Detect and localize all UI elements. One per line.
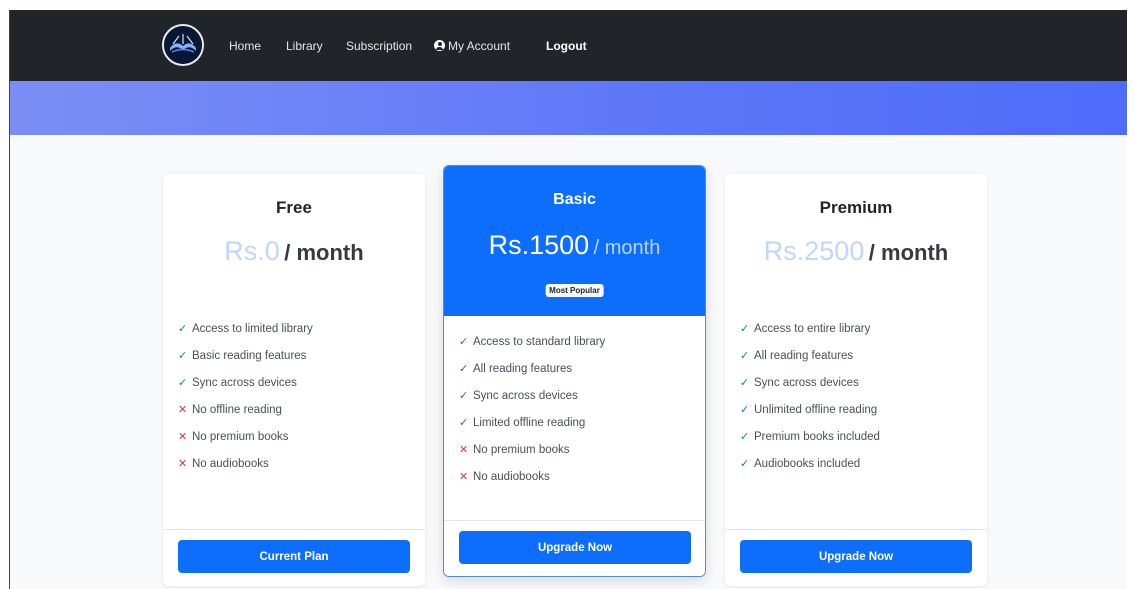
user-circle-icon bbox=[434, 40, 445, 51]
check-icon: ✓ bbox=[459, 363, 469, 375]
cross-icon: ✕ bbox=[459, 444, 469, 456]
feature-item: ✕ No premium books bbox=[178, 430, 313, 457]
feature-text: All reading features bbox=[473, 363, 573, 375]
plan-card-free: Free Rs.0 / month ✓ Access to limited lib… bbox=[163, 174, 425, 586]
hero-banner bbox=[10, 81, 1127, 135]
feature-text: Unlimited offline reading bbox=[754, 404, 878, 416]
feature-text: No audiobooks bbox=[192, 458, 269, 470]
feature-text: No offline reading bbox=[192, 404, 282, 416]
feature-item: ✓ Unlimited offline reading bbox=[740, 403, 880, 430]
plan-name: Basic bbox=[553, 191, 596, 208]
feature-text: Premium books included bbox=[754, 431, 880, 443]
feature-text: Access to limited library bbox=[192, 323, 313, 335]
feature-list: ✓ Access to standard library ✓ All reading… bbox=[459, 335, 605, 497]
feature-text: All reading features bbox=[754, 350, 854, 362]
plan-price: Rs.2500 / month bbox=[725, 236, 987, 267]
nav-library-link[interactable]: Library bbox=[286, 39, 323, 53]
check-icon: ✓ bbox=[740, 323, 750, 335]
check-icon: ✓ bbox=[178, 323, 188, 335]
feature-item: ✓ Sync across devices bbox=[459, 389, 605, 416]
nav-logout-link[interactable]: Logout bbox=[546, 39, 587, 53]
nav-my-account-label: My Account bbox=[448, 39, 511, 53]
feature-text: Limited offline reading bbox=[473, 417, 586, 429]
cross-icon: ✕ bbox=[178, 404, 188, 416]
feature-item: ✕ No audiobooks bbox=[178, 457, 313, 484]
most-popular-badge: Most Popular bbox=[545, 284, 604, 297]
open-book-logo-icon bbox=[164, 26, 202, 64]
plan-price: Rs.1500 / month bbox=[444, 230, 705, 261]
feature-text: Access to standard library bbox=[473, 336, 606, 348]
plan-header: Basic Rs.1500 / month Most Popular bbox=[444, 166, 705, 316]
plan-name: Premium bbox=[819, 198, 893, 217]
feature-item: ✓ All reading features bbox=[740, 349, 880, 376]
feature-text: Access to entire library bbox=[754, 323, 871, 335]
check-icon: ✓ bbox=[740, 404, 750, 416]
price-amount: Rs.1500 bbox=[488, 230, 590, 260]
feature-item: ✓ All reading features bbox=[459, 362, 605, 389]
check-icon: ✓ bbox=[459, 336, 469, 348]
price-period: / month bbox=[868, 240, 949, 265]
plan-name: Free bbox=[276, 198, 312, 217]
feature-item: ✕ No offline reading bbox=[178, 403, 313, 430]
feature-list: ✓ Access to entire library ✓ All reading f… bbox=[740, 322, 880, 484]
plan-header: Free Rs.0 / month bbox=[163, 174, 425, 297]
nav-subscription-link[interactable]: Subscription bbox=[346, 39, 412, 53]
feature-text: Sync across devices bbox=[754, 377, 859, 389]
cross-icon: ✕ bbox=[459, 471, 469, 483]
feature-item: ✓ Access to entire library bbox=[740, 322, 880, 349]
check-icon: ✓ bbox=[459, 417, 469, 429]
price-amount: Rs.0 bbox=[224, 236, 280, 266]
nav-home-link[interactable]: Home bbox=[229, 39, 261, 53]
brand-logo[interactable] bbox=[162, 24, 204, 66]
check-icon: ✓ bbox=[740, 350, 750, 362]
upgrade-basic-button[interactable]: Upgrade Now bbox=[459, 531, 691, 564]
app-frame: Home Library Subscription My Account Log… bbox=[9, 10, 1127, 589]
feature-text: Sync across devices bbox=[473, 390, 578, 402]
plan-footer: Current Plan bbox=[163, 529, 425, 586]
check-icon: ✓ bbox=[459, 390, 469, 402]
price-period: / month bbox=[284, 240, 364, 265]
feature-text: No premium books bbox=[473, 444, 570, 456]
feature-item: ✓ Sync across devices bbox=[178, 376, 313, 403]
check-icon: ✓ bbox=[178, 350, 188, 362]
upgrade-premium-button[interactable]: Upgrade Now bbox=[740, 540, 972, 573]
check-icon: ✓ bbox=[740, 431, 750, 443]
feature-item: ✓ Access to standard library bbox=[459, 335, 605, 362]
feature-item: ✓ Premium books included bbox=[740, 430, 880, 457]
check-icon: ✓ bbox=[740, 377, 750, 389]
cross-icon: ✕ bbox=[178, 458, 188, 470]
feature-text: Audiobooks included bbox=[754, 458, 861, 470]
check-icon: ✓ bbox=[178, 377, 188, 389]
nav-my-account-link[interactable]: My Account bbox=[434, 39, 510, 53]
plan-footer: Upgrade Now bbox=[725, 529, 987, 586]
price-amount: Rs.2500 bbox=[763, 236, 865, 266]
plan-price: Rs.0 / month bbox=[163, 236, 425, 267]
feature-text: No audiobooks bbox=[473, 471, 550, 483]
plan-card-premium: Premium Rs.2500 / month ✓ Access to entir… bbox=[725, 174, 987, 586]
feature-item: ✓ Audiobooks included bbox=[740, 457, 880, 484]
feature-text: No premium books bbox=[192, 431, 289, 443]
feature-item: ✓ Basic reading features bbox=[178, 349, 313, 376]
plan-footer: Upgrade Now bbox=[444, 520, 705, 576]
feature-item: ✓ Limited offline reading bbox=[459, 416, 605, 443]
price-period: / month bbox=[593, 237, 661, 259]
feature-list: ✓ Access to limited library ✓ Basic readin… bbox=[178, 322, 313, 484]
cross-icon: ✕ bbox=[178, 431, 188, 443]
plan-header: Premium Rs.2500 / month bbox=[725, 174, 987, 297]
top-navbar: Home Library Subscription My Account Log… bbox=[10, 10, 1127, 81]
plan-card-basic: Basic Rs.1500 / month Most Popular ✓ Acce… bbox=[443, 165, 706, 577]
feature-text: Sync across devices bbox=[192, 377, 297, 389]
check-icon: ✓ bbox=[740, 458, 750, 470]
feature-text: Basic reading features bbox=[192, 350, 307, 362]
current-plan-button[interactable]: Current Plan bbox=[178, 540, 410, 573]
feature-item: ✕ No premium books bbox=[459, 443, 605, 470]
feature-item: ✓ Access to limited library bbox=[178, 322, 313, 349]
feature-item: ✕ No audiobooks bbox=[459, 470, 605, 497]
feature-item: ✓ Sync across devices bbox=[740, 376, 880, 403]
